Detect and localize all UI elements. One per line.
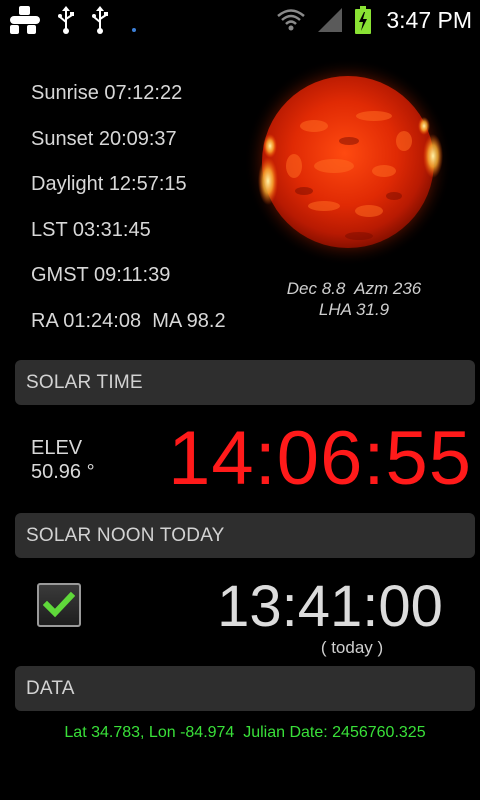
battery-charging-icon: [354, 5, 372, 35]
status-bar: 3:47 PM: [0, 0, 480, 38]
cell-signal-icon: [316, 6, 344, 34]
ra-ma-text: RA 01:24:08 MA 98.2: [31, 309, 226, 332]
gmst-text: GMST 09:11:39: [31, 264, 171, 287]
sun-info-list: Sunrise 07:12:22 Sunset 20:09:37 Dayligh…: [31, 76, 261, 350]
usb-icon: [90, 6, 110, 34]
status-clock: 3:47 PM: [386, 6, 472, 33]
daylight-text: Daylight 12:57:15: [31, 173, 187, 196]
sun-caption-dec-azm: Dec 8.8 Azm 236: [286, 279, 422, 298]
sun-caption: Dec 8.8 Azm 236 LHA 31.9: [234, 278, 474, 320]
elevation-value: 50.96 °: [31, 461, 95, 483]
solar-noon-header: SOLAR NOON TODAY: [15, 513, 475, 558]
location-julian-data: Lat 34.783, Lon -84.974 Julian Date: 245…: [64, 724, 426, 741]
data-header: DATA: [15, 666, 475, 711]
elevation-block: ELEV 50.96 °: [31, 436, 95, 484]
usb-icon: [56, 6, 76, 34]
sun-image: [234, 46, 474, 280]
solar-noon-day-label: ( today ): [320, 638, 384, 657]
status-bar-notifications: [8, 4, 124, 36]
sunrise-text: Sunrise 07:12:22: [31, 82, 183, 104]
solar-time-header: SOLAR TIME: [15, 360, 475, 405]
elevation-label: ELEV: [31, 437, 83, 459]
sun-caption-lha: LHA 31.9: [318, 300, 390, 319]
solar-time-value: 14:06:55: [168, 416, 472, 501]
lst-text: LST 03:31:45: [31, 218, 151, 241]
wifi-icon: [276, 7, 306, 33]
today-checkbox[interactable]: [37, 583, 81, 627]
sunset-text: Sunset 20:09:37: [31, 127, 177, 150]
status-bar-system: 3:47 PM: [266, 3, 472, 37]
app-notification-icon: [8, 4, 42, 36]
status-indicator-dot: [132, 28, 136, 32]
solar-noon-time: 13:41:00: [217, 574, 443, 639]
checkmark-icon: [43, 591, 75, 618]
